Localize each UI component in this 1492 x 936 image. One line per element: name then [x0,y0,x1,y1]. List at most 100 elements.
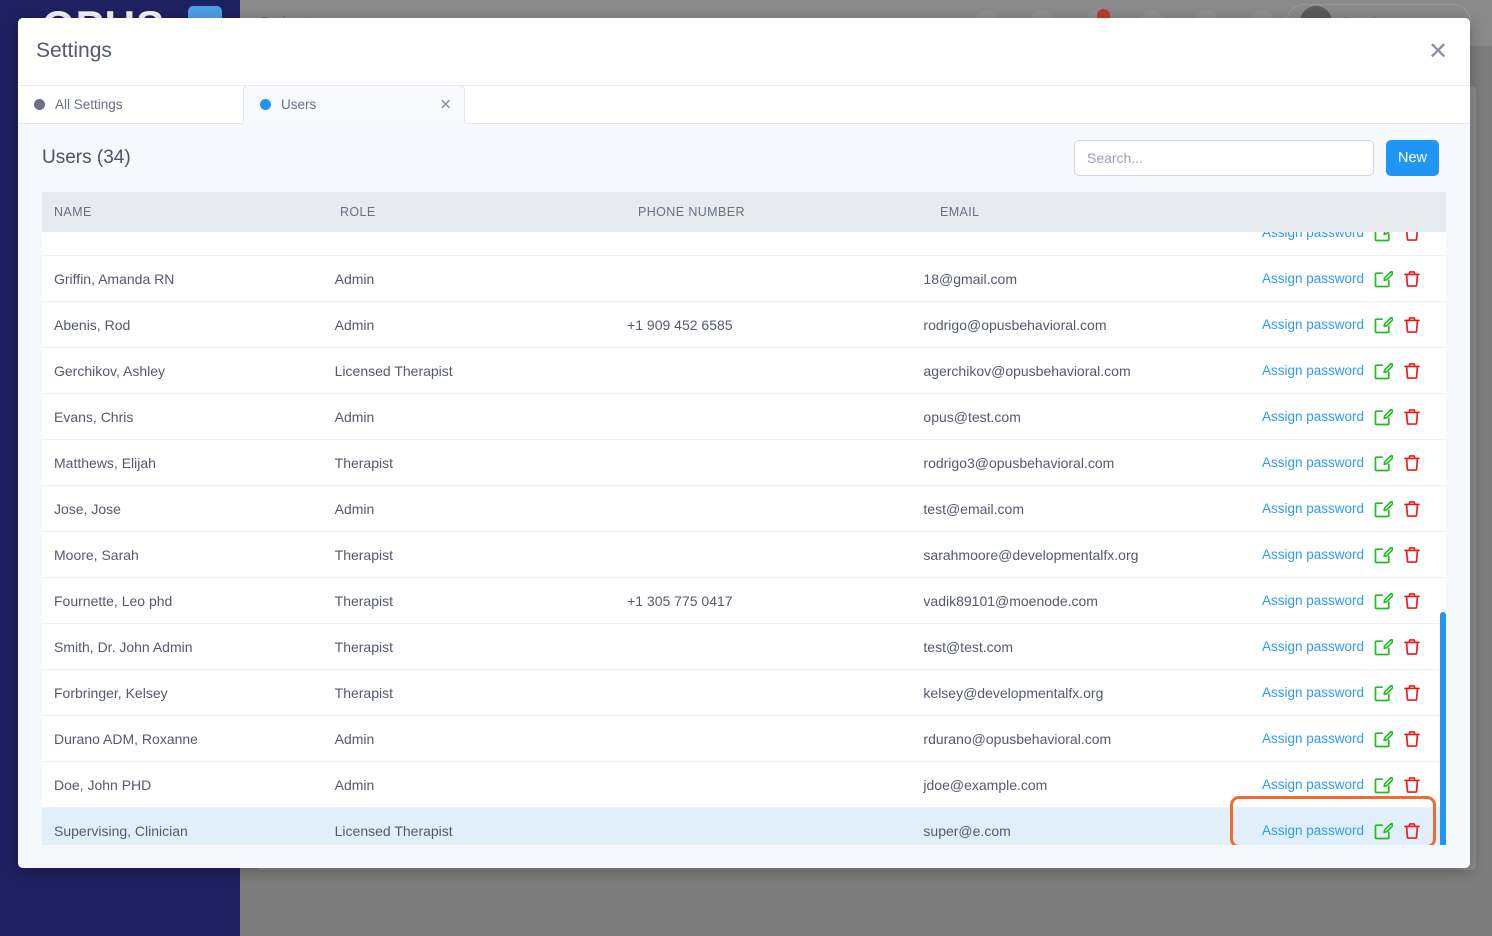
cell-name: Smith, Dr. John Admin [54,638,193,655]
trash-icon[interactable] [1402,407,1422,427]
cell-role: Therapist [334,546,393,563]
edit-pencil-icon[interactable] [1373,315,1393,335]
table-row[interactable]: Assign password [42,232,1446,256]
search-input[interactable] [1073,140,1374,176]
table-header-row: NAME ROLE PHONE NUMBER EMAIL [42,192,1446,232]
cell-role: Therapist [334,592,393,609]
tab-all-settings[interactable]: All Settings [18,85,243,123]
edit-pencil-icon[interactable] [1373,499,1393,519]
edit-pencil-icon[interactable] [1373,775,1393,795]
cell-name: Jose, Jose [54,500,121,517]
trash-icon[interactable] [1402,775,1422,795]
cell-email: opus@test.com [923,408,1021,425]
cell-actions: Assign password [1262,637,1446,657]
table-row[interactable]: Supervising, Clinician Licensed Therapist… [42,808,1446,845]
cell-phone: +1 305 775 0417 [627,592,733,609]
trash-icon[interactable] [1402,361,1422,381]
cell-email: sarahmoore@developmentalfx.org [923,546,1139,563]
table-row[interactable]: Jose, Jose Admin test@email.com Assign pass… [42,486,1446,532]
trash-icon[interactable] [1402,591,1422,611]
close-icon[interactable]: ✕ [1422,36,1454,68]
grey-dot-icon [34,98,45,110]
table-row[interactable]: Durano ADM, Roxanne Admin rdurano@opusbeha… [42,716,1446,762]
tab-bar: All Settings Users ✕ [18,85,1470,124]
tab-users[interactable]: Users ✕ [243,85,465,124]
assign-password-link[interactable]: Assign password [1262,639,1364,654]
cell-role: Admin [334,730,375,747]
assign-password-link[interactable]: Assign password [1262,777,1364,792]
table-row[interactable]: Forbringer, Kelsey Therapist kelsey@develo… [42,670,1446,716]
cell-name: Forbringer, Kelsey [54,684,168,701]
edit-pencil-icon[interactable] [1373,453,1393,473]
edit-pencil-icon[interactable] [1373,361,1393,381]
edit-pencil-icon[interactable] [1373,637,1393,657]
assign-password-link[interactable]: Assign password [1262,823,1364,838]
assign-password-link[interactable]: Assign password [1262,409,1364,424]
users-toolbar: Users (34) New [18,124,1470,192]
table-row[interactable]: Moore, Sarah Therapist sarahmoore@developm… [42,532,1446,578]
table-row[interactable]: Doe, John PHD Admin jdoe@example.com Assign… [42,762,1446,808]
trash-icon[interactable] [1402,269,1422,289]
trash-icon[interactable] [1402,637,1422,657]
trash-icon[interactable] [1402,821,1422,841]
trash-icon[interactable] [1402,499,1422,519]
cell-name: Griffin, Amanda RN [54,270,175,287]
cell-actions: Assign password [1262,232,1446,243]
users-heading: Users (34) [42,147,131,168]
cell-name: Abenis, Rod [54,316,131,333]
table-row[interactable]: Griffin, Amanda RN Admin 18@gmail.com Assig… [42,256,1446,302]
trash-icon[interactable] [1402,232,1422,243]
table-row[interactable]: Matthews, Elijah Therapist rodrigo3@opusbe… [42,440,1446,486]
table-scrollbar[interactable] [1440,232,1446,845]
edit-pencil-icon[interactable] [1373,821,1393,841]
edit-pencil-icon[interactable] [1373,407,1393,427]
cell-actions: Assign password [1262,315,1446,335]
assign-password-link[interactable]: Assign password [1262,547,1364,562]
cell-role: Licensed Therapist [334,362,453,379]
trash-icon[interactable] [1402,729,1422,749]
edit-pencil-icon[interactable] [1373,729,1393,749]
table-row[interactable]: Abenis, Rod Admin +1 909 452 6585 rodrigo@o… [42,302,1446,348]
edit-pencil-icon[interactable] [1373,269,1393,289]
cell-actions: Assign password [1262,407,1446,427]
table-row[interactable]: Smith, Dr. John Admin Therapist test@test.… [42,624,1446,670]
cell-name: Doe, John PHD [54,776,152,793]
cell-name: Evans, Chris [54,408,134,425]
table-row[interactable]: Fournette, Leo phd Therapist +1 305 775 04… [42,578,1446,624]
new-button[interactable]: New [1385,140,1439,176]
edit-pencil-icon[interactable] [1373,232,1393,243]
assign-password-link[interactable]: Assign password [1262,317,1364,332]
cell-actions: Assign password [1262,361,1446,381]
cell-name: Supervising, Clinician [54,822,188,839]
cell-email: vadik89101@moenode.com [923,592,1098,609]
scrollbar-thumb[interactable] [1440,612,1446,845]
assign-password-link[interactable]: Assign password [1262,593,1364,608]
cell-actions: Assign password [1262,545,1446,565]
cell-actions: Assign password [1262,269,1446,289]
modal-header: Settings ✕ [18,18,1470,86]
trash-icon[interactable] [1402,453,1422,473]
assign-password-link[interactable]: Assign password [1262,232,1364,240]
assign-password-link[interactable]: Assign password [1262,455,1364,470]
tab-close-icon[interactable]: ✕ [439,97,452,112]
edit-pencil-icon[interactable] [1373,591,1393,611]
tab-all-settings-label: All Settings [55,96,123,112]
edit-pencil-icon[interactable] [1373,683,1393,703]
cell-name: Durano ADM, Roxanne [54,730,198,747]
table-row[interactable]: Evans, Chris Admin opus@test.com Assign pas… [42,394,1446,440]
assign-password-link[interactable]: Assign password [1262,685,1364,700]
table-rows: Assign password Griffin, Amanda RN Admin 18… [42,232,1446,845]
trash-icon[interactable] [1402,315,1422,335]
trash-icon[interactable] [1402,545,1422,565]
cell-name: Fournette, Leo phd [54,592,173,609]
cell-email: rdurano@opusbehavioral.com [923,730,1112,747]
assign-password-link[interactable]: Assign password [1262,271,1364,286]
trash-icon[interactable] [1402,683,1422,703]
assign-password-link[interactable]: Assign password [1262,501,1364,516]
edit-pencil-icon[interactable] [1373,545,1393,565]
assign-password-link[interactable]: Assign password [1262,731,1364,746]
page-title: Settings [36,39,112,62]
table-row[interactable]: Gerchikov, Ashley Licensed Therapist agerc… [42,348,1446,394]
assign-password-link[interactable]: Assign password [1262,363,1364,378]
users-table: NAME ROLE PHONE NUMBER EMAIL Assign pass… [42,192,1446,845]
